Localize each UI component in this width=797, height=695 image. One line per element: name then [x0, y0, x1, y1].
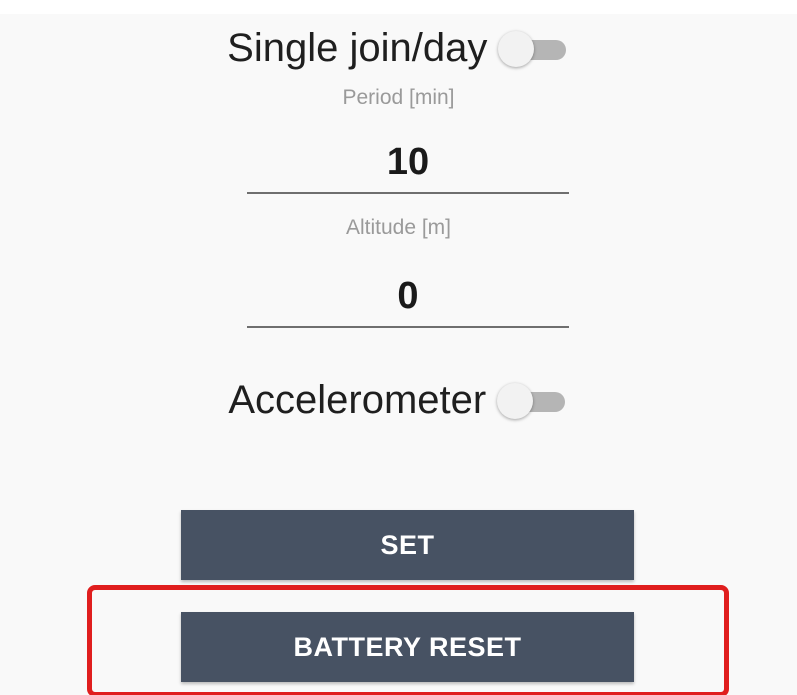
single-join-row: Single join/day: [0, 26, 797, 71]
accelerometer-row: Accelerometer: [0, 378, 797, 423]
period-input[interactable]: 10: [247, 140, 569, 184]
top-edge: [0, 0, 797, 14]
accelerometer-toggle-thumb: [496, 382, 533, 419]
single-join-toggle-thumb: [497, 30, 534, 67]
set-button[interactable]: SET: [181, 510, 634, 580]
accelerometer-toggle[interactable]: [496, 381, 569, 421]
altitude-input-underline: [247, 326, 569, 328]
period-label: Period [min]: [342, 86, 455, 109]
altitude-input[interactable]: 0: [247, 274, 569, 318]
period-input-underline: [247, 192, 569, 194]
single-join-label: Single join/day: [227, 26, 488, 70]
accelerometer-label: Accelerometer: [228, 378, 487, 422]
settings-screen: Single join/day Period [min] 10 Altitude…: [0, 0, 797, 695]
battery-reset-button[interactable]: BATTERY RESET: [181, 612, 634, 682]
single-join-toggle[interactable]: [497, 29, 570, 69]
altitude-label: Altitude [m]: [345, 216, 452, 239]
